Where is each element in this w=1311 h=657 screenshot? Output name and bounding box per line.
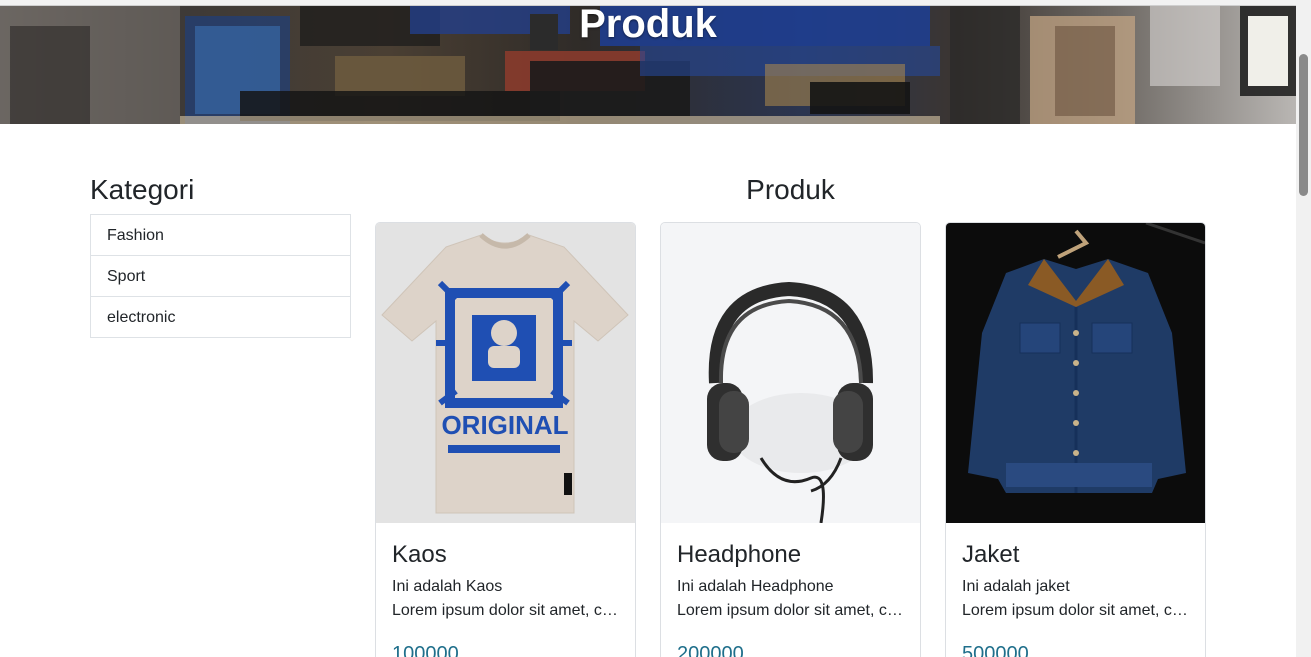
product-heading: Produk: [746, 174, 835, 205]
product-price: 500000: [962, 643, 1029, 657]
product-description: Ini adalah Headphone: [677, 578, 834, 595]
page-scrollbar[interactable]: [1296, 0, 1311, 657]
jacket-image: [946, 223, 1205, 523]
category-list: Fashion Sport electronic: [90, 214, 351, 338]
tshirt-print-text: ORIGINAL: [441, 410, 568, 440]
category-item-sport[interactable]: Sport: [90, 255, 351, 297]
product-price: 200000: [677, 643, 744, 657]
product-name: Jaket: [962, 541, 1020, 568]
hero-banner: Produk: [0, 6, 1296, 124]
product-description: Ini adalah jaket: [962, 578, 1070, 595]
product-name: Kaos: [392, 541, 447, 568]
product-description: Ini adalah Kaos: [392, 578, 503, 595]
hero-title: Produk: [579, 6, 717, 46]
headphone-image: [661, 223, 920, 523]
product-card-headphone[interactable]: Headphone Ini adalah Headphone Lorem ips…: [660, 222, 921, 657]
product-card-kaos[interactable]: ORIGINAL Kaos Ini adalah Kaos Lorem ipsu…: [375, 222, 636, 657]
product-card-jaket[interactable]: Jaket Ini adalah jaket Lorem ipsum dolor…: [945, 222, 1206, 657]
product-name: Headphone: [677, 541, 802, 568]
product-text: Lorem ipsum dolor sit amet, consectetur …: [962, 602, 1189, 619]
category-item-electronic[interactable]: electronic: [90, 296, 351, 338]
t-shirt-image: ORIGINAL: [376, 223, 635, 523]
scrollbar-thumb[interactable]: [1299, 54, 1308, 196]
product-price: 100000: [392, 643, 459, 657]
product-text: Lorem ipsum dolor sit amet, consectetur …: [392, 602, 619, 619]
category-heading: Kategori: [90, 174, 195, 205]
category-item-fashion[interactable]: Fashion: [90, 214, 351, 256]
product-text: Lorem ipsum dolor sit amet, consectetur …: [677, 602, 904, 619]
